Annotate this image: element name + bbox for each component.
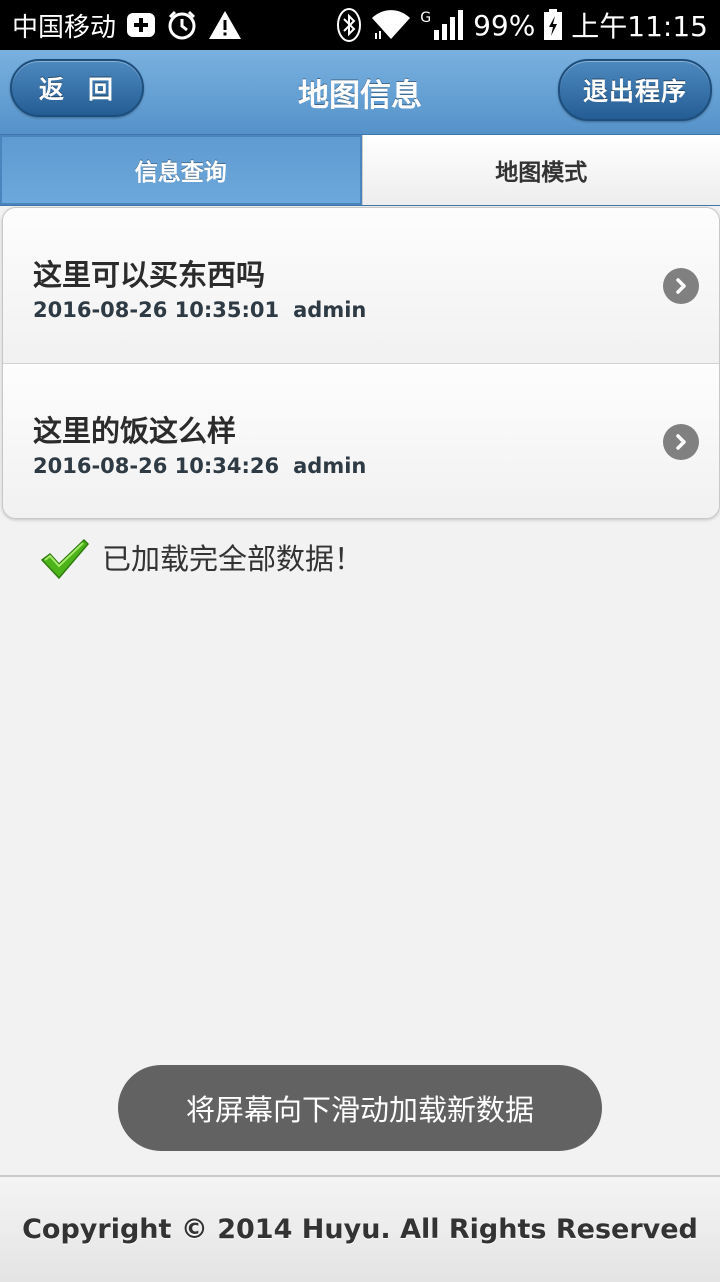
item-datetime: 2016-08-26 10:34:26 [33,454,279,478]
signal-icon: G [420,10,465,40]
warning-icon [208,10,242,40]
footer-copyright: Copyright © 2014 Huyu. All Rights Reserv… [0,1175,720,1282]
carrier-label: 中国移动 [12,7,116,44]
list-item[interactable]: 这里可以买东西吗 2016-08-26 10:35:01 admin [3,208,719,363]
clock-label: 上午11:15 [571,5,708,45]
item-meta: 2016-08-26 10:34:26 admin [33,454,366,478]
exit-app-button[interactable]: 退出程序 [558,59,712,121]
status-bar: 中国移动 G 99% 上午11:15 [0,0,720,50]
tab-bar: 信息查询 地图模式 [0,135,720,206]
item-meta: 2016-08-26 10:35:01 admin [33,298,366,322]
toast-message: 将屏幕向下滑动加载新数据 [118,1065,602,1151]
item-title: 这里可以买东西吗 [33,252,265,294]
app-header: 返回 地图信息 退出程序 [0,50,720,135]
bluetooth-icon [336,8,362,42]
load-complete-text: 已加载完全部数据！ [102,536,363,580]
list-item[interactable]: 这里的饭这么样 2016-08-26 10:34:26 admin [3,363,719,518]
back-button[interactable]: 返回 [10,59,144,117]
item-title: 这里的饭这么样 [33,408,236,450]
battery-percent: 99% [473,9,535,42]
item-author: admin [293,454,366,478]
checkmark-icon [40,538,90,580]
load-complete-message: 已加载完全部数据！ [40,536,363,580]
battery-icon [543,9,563,41]
item-datetime: 2016-08-26 10:35:01 [33,298,279,322]
add-box-icon [126,12,156,38]
chevron-right-icon [663,268,699,304]
info-list: 这里可以买东西吗 2016-08-26 10:35:01 admin 这里的饭这… [2,207,720,519]
alarm-icon [166,9,198,41]
chevron-right-icon [663,424,699,460]
tab-map-mode[interactable]: 地图模式 [362,135,720,205]
network-type-label: G [420,10,431,26]
item-author: admin [293,298,366,322]
wifi-icon [370,9,412,41]
tab-info-query[interactable]: 信息查询 [0,135,362,205]
